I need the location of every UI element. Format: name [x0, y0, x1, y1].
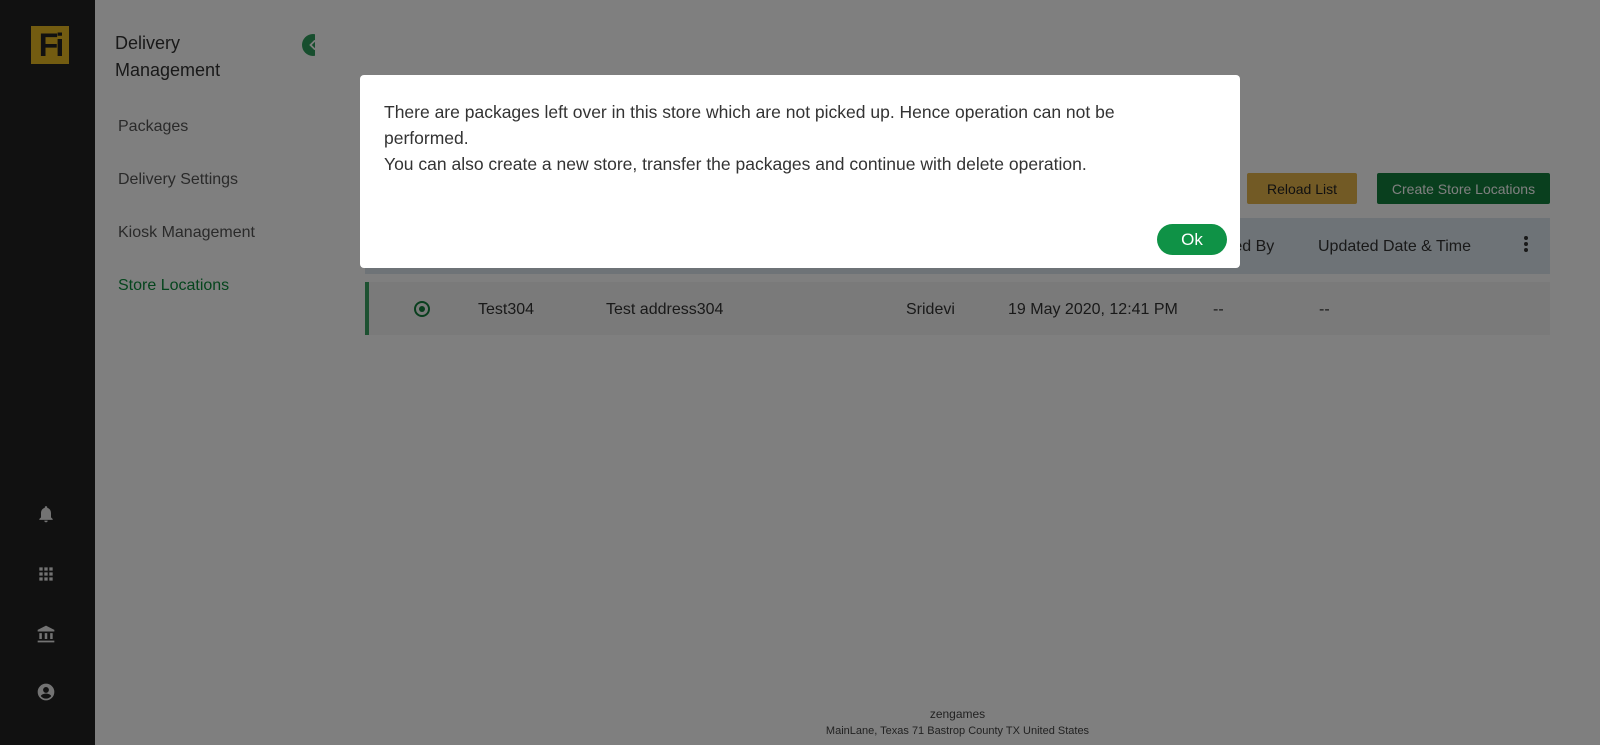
alert-dialog: There are packages left over in this sto… — [360, 75, 1240, 268]
alert-message-line-1: There are packages left over in this sto… — [384, 102, 1115, 148]
alert-message: There are packages left over in this sto… — [384, 99, 1184, 177]
ok-button[interactable]: Ok — [1157, 224, 1227, 255]
alert-message-line-2: You can also create a new store, transfe… — [384, 154, 1087, 174]
